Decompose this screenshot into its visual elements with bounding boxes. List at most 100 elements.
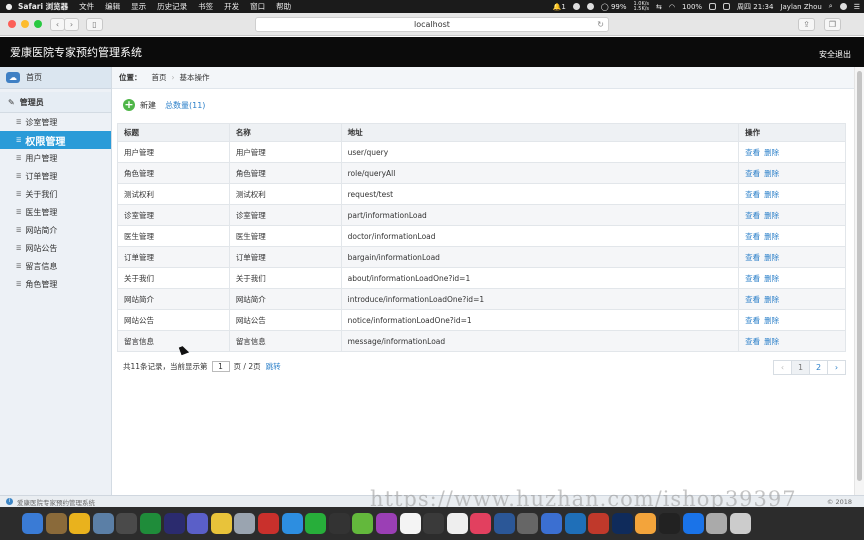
sync-icon[interactable]: ⇆	[656, 3, 662, 11]
dock-app-icon[interactable]	[187, 513, 209, 534]
sidebar-item-notices[interactable]: ☰ 网站公告	[0, 239, 111, 257]
reload-icon[interactable]: ↻	[597, 18, 604, 32]
page-button-2[interactable]: 2	[809, 360, 828, 375]
dock-app-icon[interactable]	[470, 513, 492, 534]
jump-link[interactable]: 跳转	[266, 361, 281, 372]
dock-app-icon[interactable]	[305, 513, 327, 534]
dock-app-icon[interactable]	[352, 513, 374, 534]
view-link[interactable]: 查看	[745, 337, 760, 346]
dock-app-icon[interactable]	[564, 513, 586, 534]
new-button[interactable]: 新建	[140, 100, 156, 111]
sidebar-item-clinic-rooms[interactable]: ☰ 诊室管理	[0, 113, 111, 131]
menu-window[interactable]: 窗口	[250, 1, 265, 12]
delete-link[interactable]: 删除	[764, 211, 779, 220]
next-page-button[interactable]: ›	[827, 360, 846, 375]
zoom-window-icon[interactable]	[34, 20, 42, 28]
input-method-icon[interactable]	[723, 3, 731, 10]
page-number-input[interactable]: 1	[211, 361, 230, 372]
dock-app-icon[interactable]	[281, 513, 303, 534]
view-link[interactable]: 查看	[745, 232, 760, 241]
delete-link[interactable]: 删除	[764, 337, 779, 346]
view-link[interactable]: 查看	[745, 316, 760, 325]
view-link[interactable]: 查看	[745, 148, 760, 157]
battery-icon[interactable]	[709, 3, 717, 10]
cloud-icon[interactable]	[586, 3, 594, 10]
menu-develop[interactable]: 开发	[224, 1, 239, 12]
siri-icon[interactable]	[839, 3, 847, 10]
dock-app-icon[interactable]	[328, 513, 350, 534]
sidebar-item-site-intro[interactable]: ☰ 网站简介	[0, 221, 111, 239]
dock-app-icon[interactable]	[399, 513, 421, 534]
view-link[interactable]: 查看	[745, 190, 760, 199]
notification-center-icon[interactable]: ☰	[854, 3, 860, 11]
dock-app-icon[interactable]	[92, 513, 114, 534]
scrollbar-thumb[interactable]	[857, 71, 862, 481]
sidebar-item-permissions[interactable]: ☰ 权限管理	[0, 131, 111, 149]
sidebar-home[interactable]: ☁ 首页	[0, 67, 111, 89]
dock-app-icon[interactable]	[659, 513, 681, 534]
menu-history[interactable]: 历史记录	[157, 1, 187, 12]
tabs-overview-button[interactable]: ❐	[824, 18, 841, 31]
dock-app-icon[interactable]	[69, 513, 91, 534]
dock-app-icon[interactable]	[729, 513, 751, 534]
delete-link[interactable]: 删除	[764, 232, 779, 241]
wifi-icon[interactable]: ◠	[669, 3, 675, 11]
view-link[interactable]: 查看	[745, 169, 760, 178]
notification-icon[interactable]: 🔔1	[553, 3, 566, 11]
page-scrollbar[interactable]	[854, 67, 864, 495]
delete-link[interactable]: 删除	[764, 190, 779, 199]
dock-app-icon[interactable]	[375, 513, 397, 534]
dock-app-icon[interactable]	[517, 513, 539, 534]
battery-indicator[interactable]: ◯ 99%	[601, 3, 627, 11]
menu-view[interactable]: 显示	[131, 1, 146, 12]
dock-app-icon[interactable]	[635, 513, 657, 534]
dock-app-icon[interactable]	[493, 513, 515, 534]
clock[interactable]: 周四 21:34	[737, 2, 773, 12]
menu-app-name[interactable]: Safari 浏览器	[18, 1, 68, 12]
dock-app-icon[interactable]	[234, 513, 256, 534]
page-button-1[interactable]: 1	[791, 360, 810, 375]
address-bar[interactable]: localhost ↻	[255, 17, 609, 32]
sidebar-item-messages[interactable]: ☰ 留言信息	[0, 257, 111, 275]
spotlight-icon[interactable]: ⌕	[829, 2, 833, 11]
apple-menu-icon[interactable]: ●	[0, 2, 18, 11]
delete-link[interactable]: 删除	[764, 148, 779, 157]
dock-app-icon[interactable]	[423, 513, 445, 534]
wechat-icon[interactable]	[572, 3, 580, 10]
view-link[interactable]: 查看	[745, 253, 760, 262]
delete-link[interactable]: 删除	[764, 295, 779, 304]
menu-help[interactable]: 帮助	[276, 1, 291, 12]
sidebar-section-admin[interactable]: ✎ 管理员	[0, 92, 111, 113]
sidebar-item-users[interactable]: ☰ 用户管理	[0, 149, 111, 167]
logout-link[interactable]: 安全退出	[819, 49, 851, 60]
dock-app-icon[interactable]	[45, 513, 67, 534]
delete-link[interactable]: 删除	[764, 316, 779, 325]
delete-link[interactable]: 删除	[764, 253, 779, 262]
dock-app-icon[interactable]	[446, 513, 468, 534]
dock-app-icon[interactable]	[682, 513, 704, 534]
delete-link[interactable]: 删除	[764, 169, 779, 178]
breadcrumb-home[interactable]: 首页	[152, 72, 167, 83]
back-button[interactable]: ‹	[50, 18, 65, 31]
dock-app-icon[interactable]	[611, 513, 633, 534]
menu-bookmarks[interactable]: 书签	[198, 1, 213, 12]
add-icon[interactable]: +	[123, 99, 135, 111]
dock-app-icon[interactable]	[257, 513, 279, 534]
sidebar-item-orders[interactable]: ☰ 订单管理	[0, 167, 111, 185]
menu-edit[interactable]: 编辑	[105, 1, 120, 12]
dock-app-icon[interactable]	[163, 513, 185, 534]
sidebar-item-about[interactable]: ☰ 关于我们	[0, 185, 111, 203]
forward-button[interactable]: ›	[64, 18, 79, 31]
view-link[interactable]: 查看	[745, 211, 760, 220]
dock-app-icon[interactable]	[210, 513, 232, 534]
user-name[interactable]: Jaylan Zhou	[780, 3, 821, 11]
menu-file[interactable]: 文件	[79, 1, 94, 12]
minimize-window-icon[interactable]	[21, 20, 29, 28]
dock-app-icon[interactable]	[706, 513, 728, 534]
sidebar-item-doctors[interactable]: ☰ 医生管理	[0, 203, 111, 221]
dock-app-icon[interactable]	[139, 513, 161, 534]
dock-app-icon[interactable]	[22, 513, 43, 534]
view-link[interactable]: 查看	[745, 274, 760, 283]
dock-app-icon[interactable]	[541, 513, 563, 534]
view-link[interactable]: 查看	[745, 295, 760, 304]
